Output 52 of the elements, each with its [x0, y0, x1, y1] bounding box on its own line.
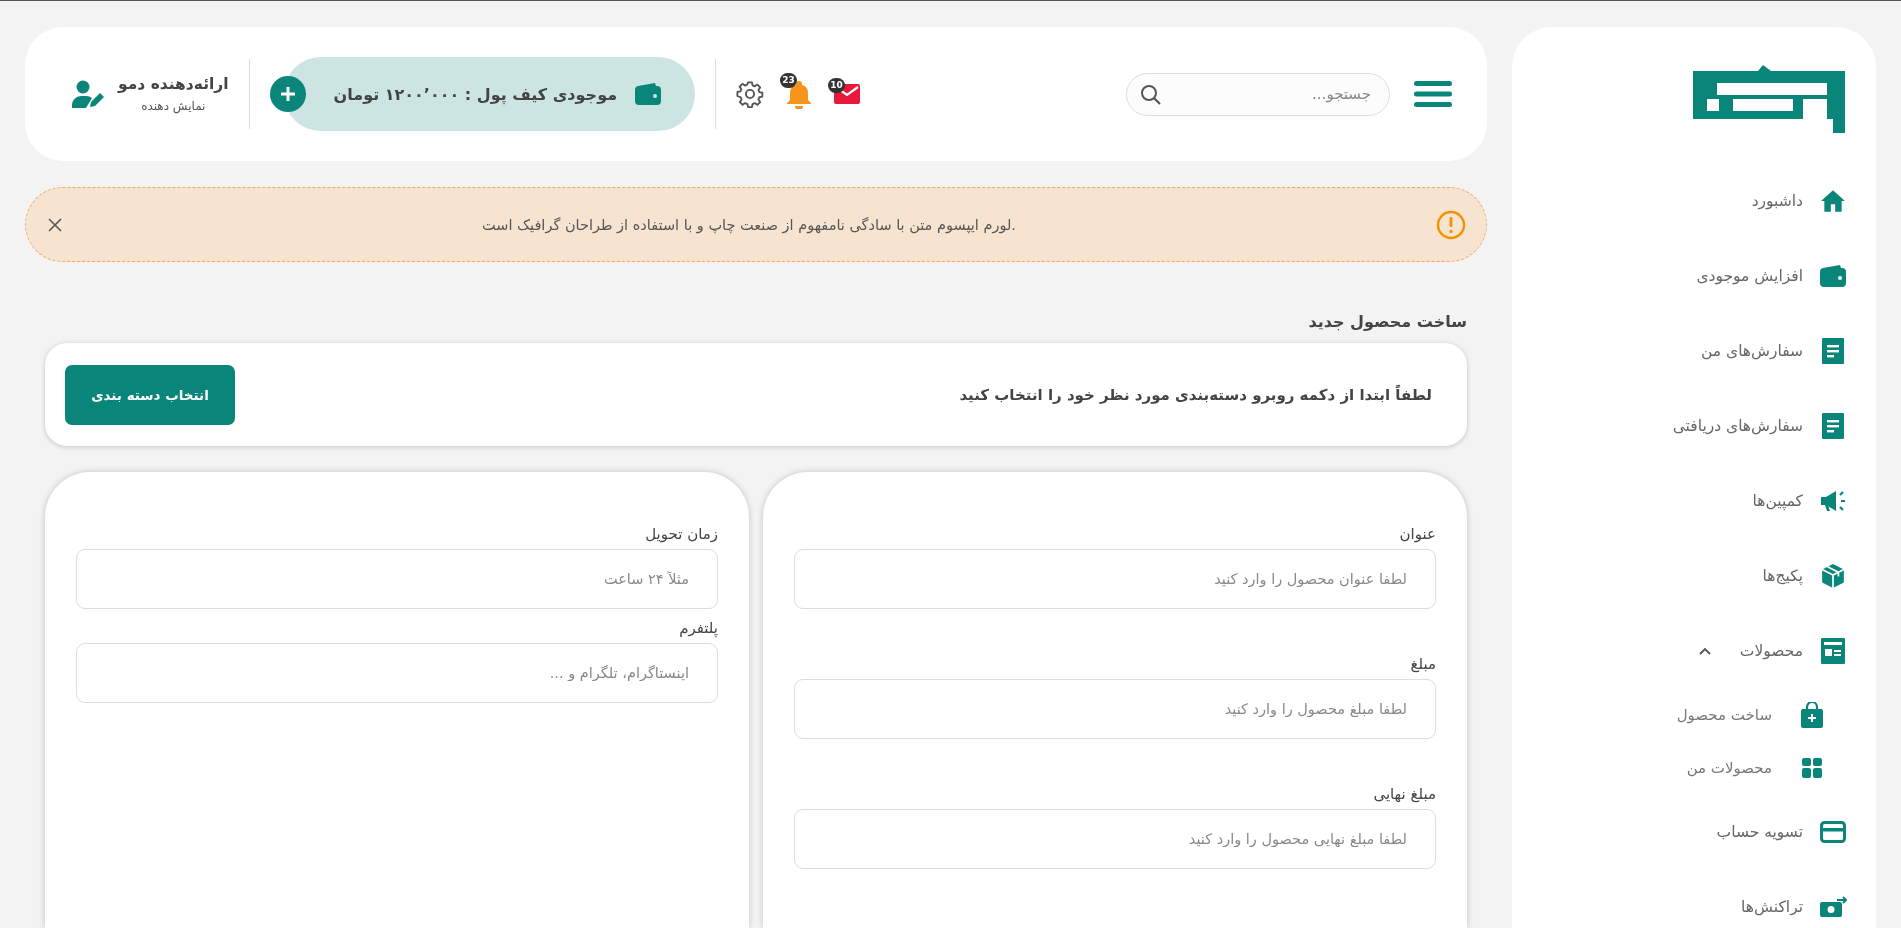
page-title: ساخت محصول جدید — [1307, 312, 1467, 331]
wallet-icon — [635, 83, 662, 105]
document-icon — [1822, 337, 1844, 364]
menu-button[interactable] — [1414, 81, 1452, 107]
field-label: عنوان — [1398, 525, 1436, 543]
user-name: ارائه‌دهنده دمو — [118, 75, 229, 93]
sidebar-item[interactable]: کمپین‌ها — [1512, 463, 1876, 538]
instruction-text: لطفاً ابتدا از دکمه روبرو دسته‌بندی مورد نظر خود را انتخاب کنید — [959, 385, 1432, 404]
wallet-balance-text: موجودی کیف پول : ۱۲۰۰٬۰۰۰ تومان — [333, 84, 618, 104]
input-field[interactable]: لطفا عنوان محصول را وارد کنید — [794, 549, 1436, 609]
sidebar-item[interactable]: پکیج‌ها — [1512, 538, 1876, 613]
package-icon — [1820, 562, 1846, 589]
wallet-icon — [1820, 264, 1846, 287]
field-label: مبلغ — [1409, 655, 1436, 673]
chevron-icon — [1697, 645, 1712, 656]
credit-card-icon — [1820, 820, 1846, 843]
shopping-bag-icon — [1801, 701, 1823, 728]
close-icon — [48, 217, 62, 232]
input-field[interactable]: اینستاگرام، تلگرام و ... — [76, 643, 718, 703]
grid-icon — [1802, 757, 1822, 778]
search-icon[interactable] — [1140, 83, 1162, 106]
sidebar-subitem[interactable]: ساخت محصول — [1512, 688, 1876, 741]
alert-message: .لورم ایپسوم متن با سادگی نامفهوم از صنعت چاپ و با استفاده از طراحان گرافیک است — [481, 216, 1017, 233]
field-label: پلتفرم — [678, 619, 718, 637]
cash-icon — [1819, 895, 1847, 918]
menu-icon — [1414, 81, 1452, 107]
user-role: نمایش دهنده — [141, 99, 206, 113]
sidebar-item[interactable]: سفارش‌های دریافتی — [1512, 388, 1876, 463]
plus-icon — [279, 86, 296, 102]
megaphone-icon — [1820, 488, 1846, 513]
sidebar-item[interactable]: محصولات — [1512, 613, 1876, 688]
search-field[interactable]: جستجو... — [1126, 72, 1390, 116]
notification-badge: 23 — [780, 73, 798, 88]
field-label: مبلغ نهایی — [1372, 785, 1436, 803]
sidebar-item[interactable]: تسویه حساب — [1512, 794, 1876, 869]
settings-icon[interactable] — [736, 80, 765, 108]
input-field[interactable]: لطفا مبلغ محصول را وارد کنید — [794, 679, 1436, 739]
sidebar-item[interactable]: سفارش‌های من — [1512, 313, 1876, 388]
close-button[interactable] — [48, 217, 62, 232]
sidebar-item[interactable]: داشبورد — [1512, 163, 1876, 238]
select-category-button[interactable]: انتخاب دسته بندی — [65, 364, 235, 425]
notification-badge: 10 — [828, 78, 846, 93]
document-icon — [1822, 412, 1844, 439]
field-label: زمان تحویل — [644, 525, 718, 543]
user-edit-icon — [72, 80, 104, 108]
input-field[interactable]: لطفا مبلغ نهایی محصول را وارد کنید — [794, 809, 1436, 869]
newspaper-icon — [1821, 637, 1845, 664]
sidebar-subitem[interactable]: محصولات من — [1512, 741, 1876, 794]
sidebar-item[interactable]: افزایش موجودی — [1512, 238, 1876, 313]
add-funds-button[interactable] — [269, 76, 306, 112]
sidebar-item[interactable]: تراکنش‌ها — [1512, 869, 1876, 928]
warning-icon — [1436, 209, 1466, 240]
